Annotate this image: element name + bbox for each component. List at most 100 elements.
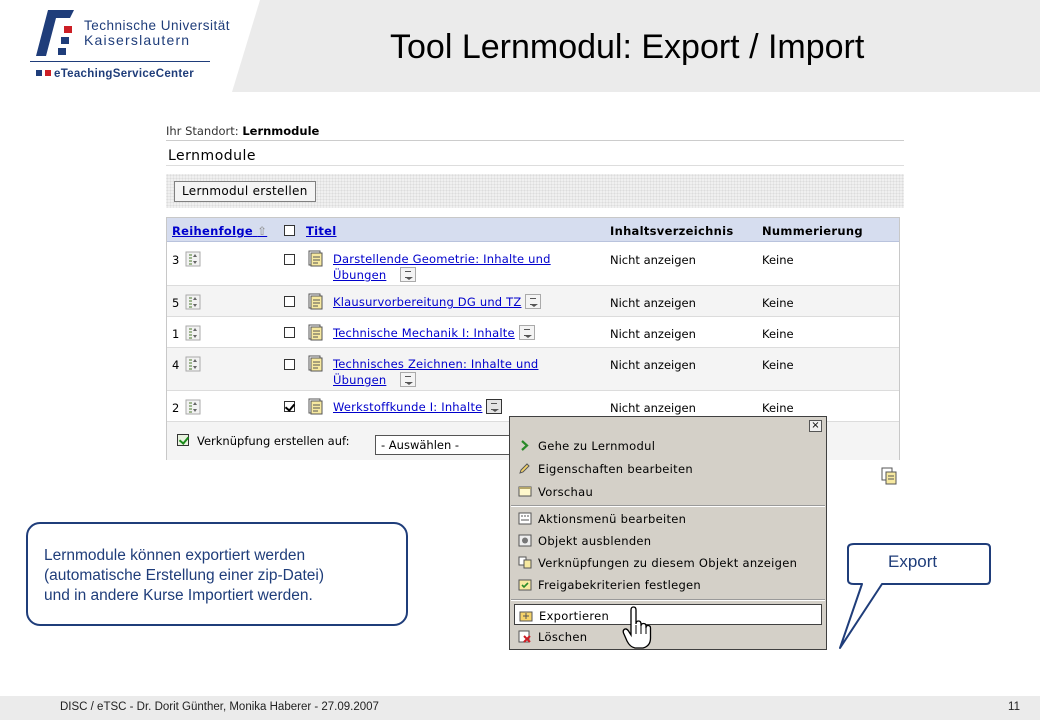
reorder-icon[interactable] bbox=[185, 399, 201, 415]
row-checkbox[interactable] bbox=[284, 327, 295, 338]
menu-item-edit-actions[interactable]: Aktionsmenü bearbeiten bbox=[514, 508, 822, 529]
window-icon bbox=[518, 486, 532, 497]
action-menu-icon[interactable] bbox=[518, 325, 535, 340]
action-menu-icon[interactable] bbox=[525, 294, 542, 309]
menu-item-hide[interactable]: Objekt ausblenden bbox=[514, 530, 822, 551]
university-name-line2: Kaiserslautern bbox=[84, 32, 191, 48]
footer-text: DISC / eTSC - Dr. Dorit Günther, Monika … bbox=[60, 701, 379, 713]
university-logo: Technische Universität Kaiserslautern eT… bbox=[30, 6, 230, 86]
sort-arrow-icon[interactable]: ⇧ bbox=[257, 224, 267, 238]
divider bbox=[166, 140, 904, 141]
learning-module-icon bbox=[308, 324, 323, 341]
action-menu-icon[interactable] bbox=[486, 399, 503, 414]
arrow-right-icon bbox=[521, 440, 529, 451]
module-title-line2[interactable]: Übungen bbox=[333, 373, 386, 387]
column-header-numbering: Nummerierung bbox=[762, 224, 863, 238]
toc-value: Nicht anzeigen bbox=[610, 327, 696, 341]
select-all-checkbox[interactable] bbox=[284, 225, 295, 236]
column-header-order-label[interactable]: Reihenfolge bbox=[172, 224, 253, 238]
module-title-link[interactable]: Technisches Zeichnen: Inhalte und Übungen bbox=[333, 356, 538, 388]
divider bbox=[166, 165, 904, 166]
link-target-select[interactable]: - Auswählen - bbox=[375, 435, 520, 455]
column-header-toc: Inhaltsverzeichnis bbox=[610, 224, 734, 238]
module-title-link[interactable]: Klausurvorbereitung DG und TZ bbox=[333, 294, 542, 310]
etsc-tagline-text: eTeachingServiceCenter bbox=[54, 68, 194, 80]
menu-edit-icon bbox=[518, 512, 532, 525]
toc-value: Nicht anzeigen bbox=[610, 296, 696, 310]
copy-icon[interactable] bbox=[880, 467, 898, 485]
module-title-line1[interactable]: Klausurvorbereitung DG und TZ bbox=[333, 295, 521, 309]
table-row: 5 Klausurvorbereitung DG und TZ Nicht an… bbox=[167, 286, 899, 317]
action-menu-icon[interactable] bbox=[400, 267, 416, 282]
row-checkbox[interactable] bbox=[284, 359, 295, 370]
numbering-value: Keine bbox=[762, 327, 794, 341]
module-title-line1[interactable]: Darstellende Geometrie: Inhalte und bbox=[333, 252, 551, 266]
menu-item-show-links[interactable]: Verknüpfungen zu diesem Objekt anzeigen bbox=[514, 552, 822, 573]
module-title-line1[interactable]: Technische Mechanik I: Inhalte bbox=[333, 326, 515, 340]
square-red-icon bbox=[45, 70, 51, 76]
release-icon bbox=[518, 579, 532, 591]
create-module-button[interactable]: Lernmodul erstellen bbox=[174, 181, 316, 202]
order-number: 2 bbox=[172, 401, 180, 415]
page-number: 11 bbox=[1008, 701, 1020, 713]
reorder-icon[interactable] bbox=[185, 356, 201, 372]
table-row: 1 Technische Mechanik I: Inhalte Nicht a… bbox=[167, 317, 899, 348]
module-title-link[interactable]: Werkstoffkunde I: Inhalte bbox=[333, 399, 503, 415]
menu-item-preview[interactable]: Vorschau bbox=[514, 481, 822, 502]
numbering-value: Keine bbox=[762, 401, 794, 415]
module-title-line1[interactable]: Werkstoffkunde I: Inhalte bbox=[333, 400, 482, 414]
action-menu-icon[interactable] bbox=[400, 372, 416, 387]
numbering-value: Keine bbox=[762, 253, 794, 267]
etsc-tagline: eTeachingServiceCenter bbox=[36, 68, 194, 80]
links-icon bbox=[518, 556, 532, 569]
menu-item-label[interactable]: Eigenschaften bearbeiten bbox=[538, 462, 693, 476]
reorder-icon[interactable] bbox=[185, 294, 201, 310]
export-callout-text: Export bbox=[888, 552, 938, 571]
module-title-line2[interactable]: Übungen bbox=[333, 268, 386, 282]
link-checkbox-icon bbox=[177, 434, 189, 446]
column-header-order[interactable]: Reihenfolge ⇧ bbox=[172, 224, 267, 238]
breadcrumb-label: Ihr Standort: bbox=[166, 124, 239, 138]
menu-item-label[interactable]: Gehe zu Lernmodul bbox=[538, 439, 655, 453]
menu-item-label[interactable]: Verknüpfungen zu diesem Objekt anzeigen bbox=[538, 556, 797, 570]
menu-item-label[interactable]: Objekt ausblenden bbox=[538, 534, 651, 548]
toc-value: Nicht anzeigen bbox=[610, 253, 696, 267]
page-heading: Lernmodule bbox=[168, 148, 257, 164]
menu-item-goto[interactable]: Gehe zu Lernmodul bbox=[514, 435, 822, 456]
row-checkbox[interactable] bbox=[284, 296, 295, 307]
menu-item-release-criteria[interactable]: Freigabekriterien festlegen bbox=[514, 574, 822, 595]
module-title-link[interactable]: Darstellende Geometrie: Inhalte und Übung… bbox=[333, 251, 551, 283]
menu-item-label[interactable]: Löschen bbox=[538, 630, 587, 644]
menu-item-delete[interactable]: Löschen bbox=[514, 626, 822, 647]
menu-item-label[interactable]: Aktionsmenü bearbeiten bbox=[538, 512, 686, 526]
link-create-label: Verknüpfung erstellen auf: bbox=[197, 434, 350, 448]
column-header-title[interactable]: Titel bbox=[306, 224, 337, 238]
order-number: 4 bbox=[172, 358, 180, 372]
hand-cursor-icon bbox=[622, 606, 652, 649]
square-blue-icon bbox=[36, 70, 42, 76]
reorder-icon[interactable] bbox=[185, 251, 201, 267]
menu-item-properties[interactable]: Eigenschaften bearbeiten bbox=[514, 458, 822, 479]
learning-module-icon bbox=[308, 398, 323, 415]
numbering-value: Keine bbox=[762, 296, 794, 310]
reorder-icon[interactable] bbox=[185, 325, 201, 341]
menu-item-label[interactable]: Vorschau bbox=[538, 485, 593, 499]
module-title-link[interactable]: Technische Mechanik I: Inhalte bbox=[333, 325, 535, 341]
slide-footer: DISC / eTSC - Dr. Dorit Günther, Monika … bbox=[0, 696, 1040, 720]
university-name: Technische Universität Kaiserslautern bbox=[84, 18, 230, 48]
module-title-line1[interactable]: Technisches Zeichnen: Inhalte und bbox=[333, 357, 538, 371]
learning-module-icon bbox=[308, 250, 323, 267]
menu-item-label[interactable]: Freigabekriterien festlegen bbox=[538, 578, 701, 592]
pencil-icon bbox=[519, 463, 530, 474]
row-checkbox[interactable] bbox=[284, 254, 295, 265]
delete-icon bbox=[518, 630, 531, 643]
row-checkbox[interactable] bbox=[284, 401, 295, 412]
tu-logo-mark-icon bbox=[36, 10, 74, 56]
learning-module-icon bbox=[308, 293, 323, 310]
menu-item-export[interactable]: Exportieren bbox=[514, 604, 822, 625]
table-header: Reihenfolge ⇧ Titel Inhaltsverzeichnis N… bbox=[167, 218, 899, 242]
numbering-value: Keine bbox=[762, 358, 794, 372]
menu-item-label[interactable]: Exportieren bbox=[539, 609, 609, 623]
order-number: 5 bbox=[172, 296, 180, 310]
close-icon[interactable]: × bbox=[809, 420, 822, 432]
